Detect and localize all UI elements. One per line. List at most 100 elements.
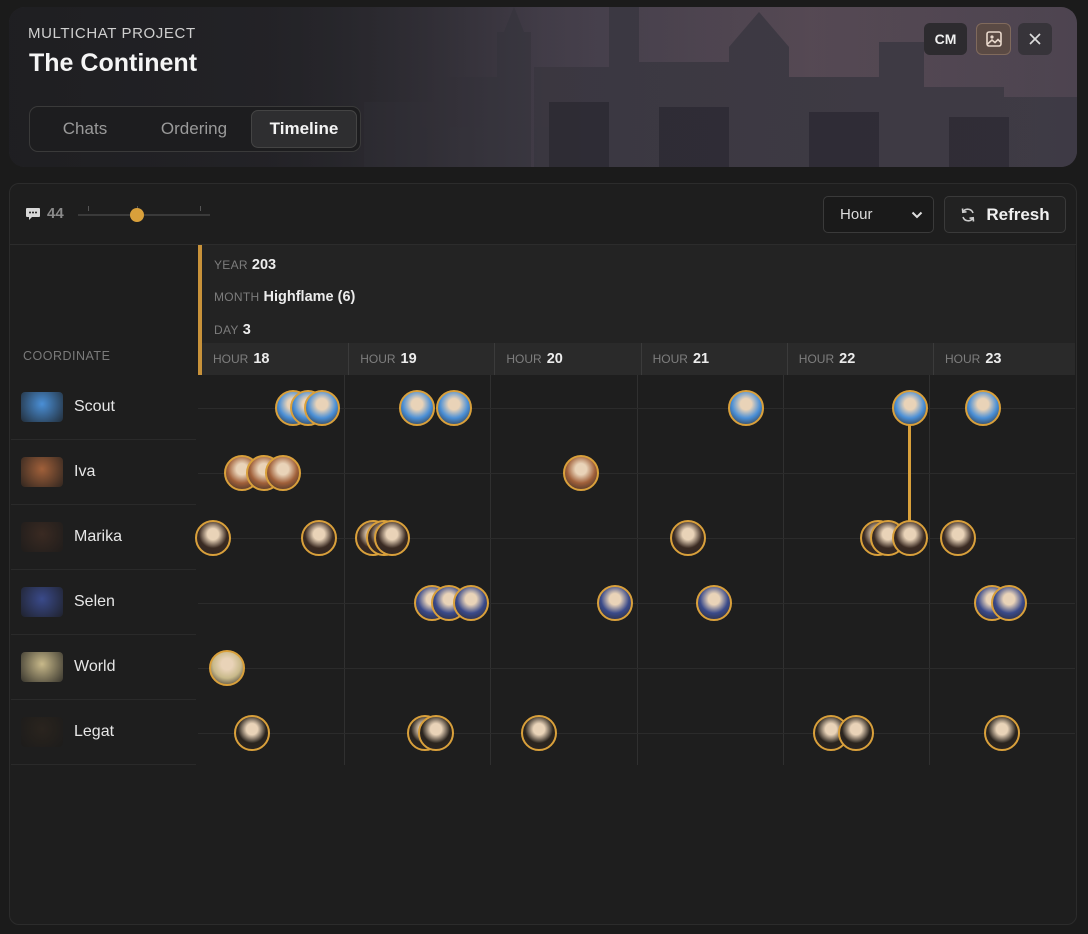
event-marker-iva[interactable] <box>563 455 600 491</box>
event-marker-legat[interactable] <box>234 715 271 751</box>
coordinate-row-scout[interactable]: Scout <box>11 375 196 440</box>
coordinate-row-marika[interactable]: Marika <box>11 505 196 570</box>
event-marker-scout[interactable] <box>399 390 436 426</box>
project-eyebrow: MULTICHAT PROJECT <box>28 25 196 42</box>
avatar <box>21 587 63 617</box>
coordinate-row-iva[interactable]: Iva <box>11 440 196 505</box>
cm-button[interactable]: CM <box>924 23 967 55</box>
event-marker-world[interactable] <box>209 650 246 686</box>
hour-gridline <box>782 375 784 765</box>
timeline-panel: 44 Hour Refresh COORDINATE Scout Iva Mar… <box>9 183 1077 925</box>
hour-column-22: HOUR 22 <box>786 343 933 375</box>
hour-label: HOUR <box>213 352 249 366</box>
hour-column-19: HOUR 19 <box>348 343 494 375</box>
hour-value: 19 <box>400 351 417 367</box>
chat-bubble-icon <box>26 207 40 220</box>
chevron-down-icon <box>911 211 923 218</box>
coordinate-name: Legat <box>74 723 115 740</box>
event-marker-legat[interactable] <box>984 715 1021 751</box>
avatar <box>21 717 63 747</box>
event-marker-scout[interactable] <box>304 390 341 426</box>
row-gridline <box>198 733 1075 734</box>
coordinate-name: Iva <box>74 463 96 480</box>
granularity-value: Hour <box>840 206 873 223</box>
event-marker-marika[interactable] <box>940 520 977 556</box>
timeline-grid: COORDINATE Scout Iva Marika Selen World Legat… <box>10 244 1076 765</box>
close-button[interactable] <box>1018 23 1052 55</box>
day-value: 3 <box>242 322 251 338</box>
event-marker-scout[interactable] <box>728 390 765 426</box>
tab-chats[interactable]: Chats <box>33 110 137 148</box>
hour-column-21: HOUR 21 <box>640 343 787 375</box>
hour-value: 23 <box>985 351 1002 367</box>
month-value: Highflame (6) <box>263 289 356 305</box>
event-marker-legat[interactable] <box>520 715 557 751</box>
coordinate-name: Marika <box>74 528 123 545</box>
hour-label: HOUR <box>798 352 835 366</box>
coordinate-row-world[interactable]: World <box>11 635 196 700</box>
year-field: YEAR 203 <box>214 257 276 273</box>
close-icon <box>1029 33 1041 45</box>
hour-gridline <box>636 375 638 765</box>
project-header: MULTICHAT PROJECT The Continent Chats Or… <box>9 7 1077 167</box>
zoom-slider[interactable] <box>78 206 210 222</box>
day-field: DAY 3 <box>214 322 251 338</box>
coordinate-column: COORDINATE Scout Iva Marika Selen World Legat <box>10 245 196 765</box>
tab-timeline[interactable]: Timeline <box>251 110 357 148</box>
hour-gridline <box>929 375 930 765</box>
tab-ordering[interactable]: Ordering <box>137 110 251 148</box>
year-value: 203 <box>251 257 277 273</box>
year-label: YEAR <box>214 258 248 272</box>
event-marker-selen[interactable] <box>696 585 733 621</box>
project-title: The Continent <box>29 49 198 77</box>
event-marker-iva[interactable] <box>264 455 301 491</box>
hour-gridline <box>490 375 492 765</box>
coordinate-name: Scout <box>74 398 115 415</box>
zoom-slider-thumb[interactable] <box>130 208 145 222</box>
coordinate-row-legat[interactable]: Legat <box>11 700 196 765</box>
hour-label: HOUR <box>506 352 542 366</box>
avatar <box>21 392 63 422</box>
event-marker-legat[interactable] <box>837 715 874 751</box>
avatar <box>21 652 63 682</box>
event-marker-legat[interactable] <box>418 715 455 751</box>
zoom-slider-tick <box>200 206 201 211</box>
image-icon <box>985 31 1002 47</box>
hour-value: 21 <box>692 351 710 367</box>
event-marker-scout[interactable] <box>965 390 1002 426</box>
event-marker-selen[interactable] <box>596 585 633 621</box>
granularity-select[interactable]: Hour <box>823 196 934 233</box>
hour-column-23: HOUR 23 <box>933 343 1076 375</box>
timeline-plot <box>194 375 1075 765</box>
event-marker-marika[interactable] <box>194 520 231 556</box>
message-count-value: 44 <box>47 205 64 222</box>
row-gridline <box>198 603 1075 604</box>
hour-header-row: HOUR 18 HOUR 19 HOUR 20 HOUR 21 HOUR 22 HOUR 23 <box>198 343 1075 375</box>
coordinate-row-selen[interactable]: Selen <box>11 570 196 635</box>
hour-value: 20 <box>546 351 563 367</box>
month-field: MONTH Highflame (6) <box>214 289 355 305</box>
row-gridline <box>198 668 1075 669</box>
event-marker-marika[interactable] <box>891 520 928 556</box>
hour-label: HOUR <box>360 352 396 366</box>
hour-label: HOUR <box>652 352 688 366</box>
event-marker-marika[interactable] <box>301 520 338 556</box>
event-marker-selen[interactable] <box>991 585 1028 621</box>
date-header: YEAR 203 MONTH Highflame (6) DAY 3 <box>198 245 1075 343</box>
event-marker-marika[interactable] <box>669 520 706 556</box>
event-marker-marika[interactable] <box>374 520 411 556</box>
event-marker-scout[interactable] <box>891 390 928 426</box>
row-gridline <box>198 473 1075 474</box>
timeline-toolbar: 44 Hour Refresh <box>10 184 1076 244</box>
event-marker-selen[interactable] <box>453 585 490 621</box>
refresh-button[interactable]: Refresh <box>944 196 1066 233</box>
coordinate-name: World <box>74 658 116 675</box>
avatar <box>21 457 63 487</box>
refresh-icon <box>962 207 975 222</box>
hour-value: 18 <box>253 351 270 367</box>
message-count: 44 <box>25 205 64 222</box>
zoom-slider-tick <box>88 206 89 211</box>
event-marker-scout[interactable] <box>435 390 472 426</box>
avatar <box>21 522 63 552</box>
change-image-button[interactable] <box>976 23 1011 55</box>
